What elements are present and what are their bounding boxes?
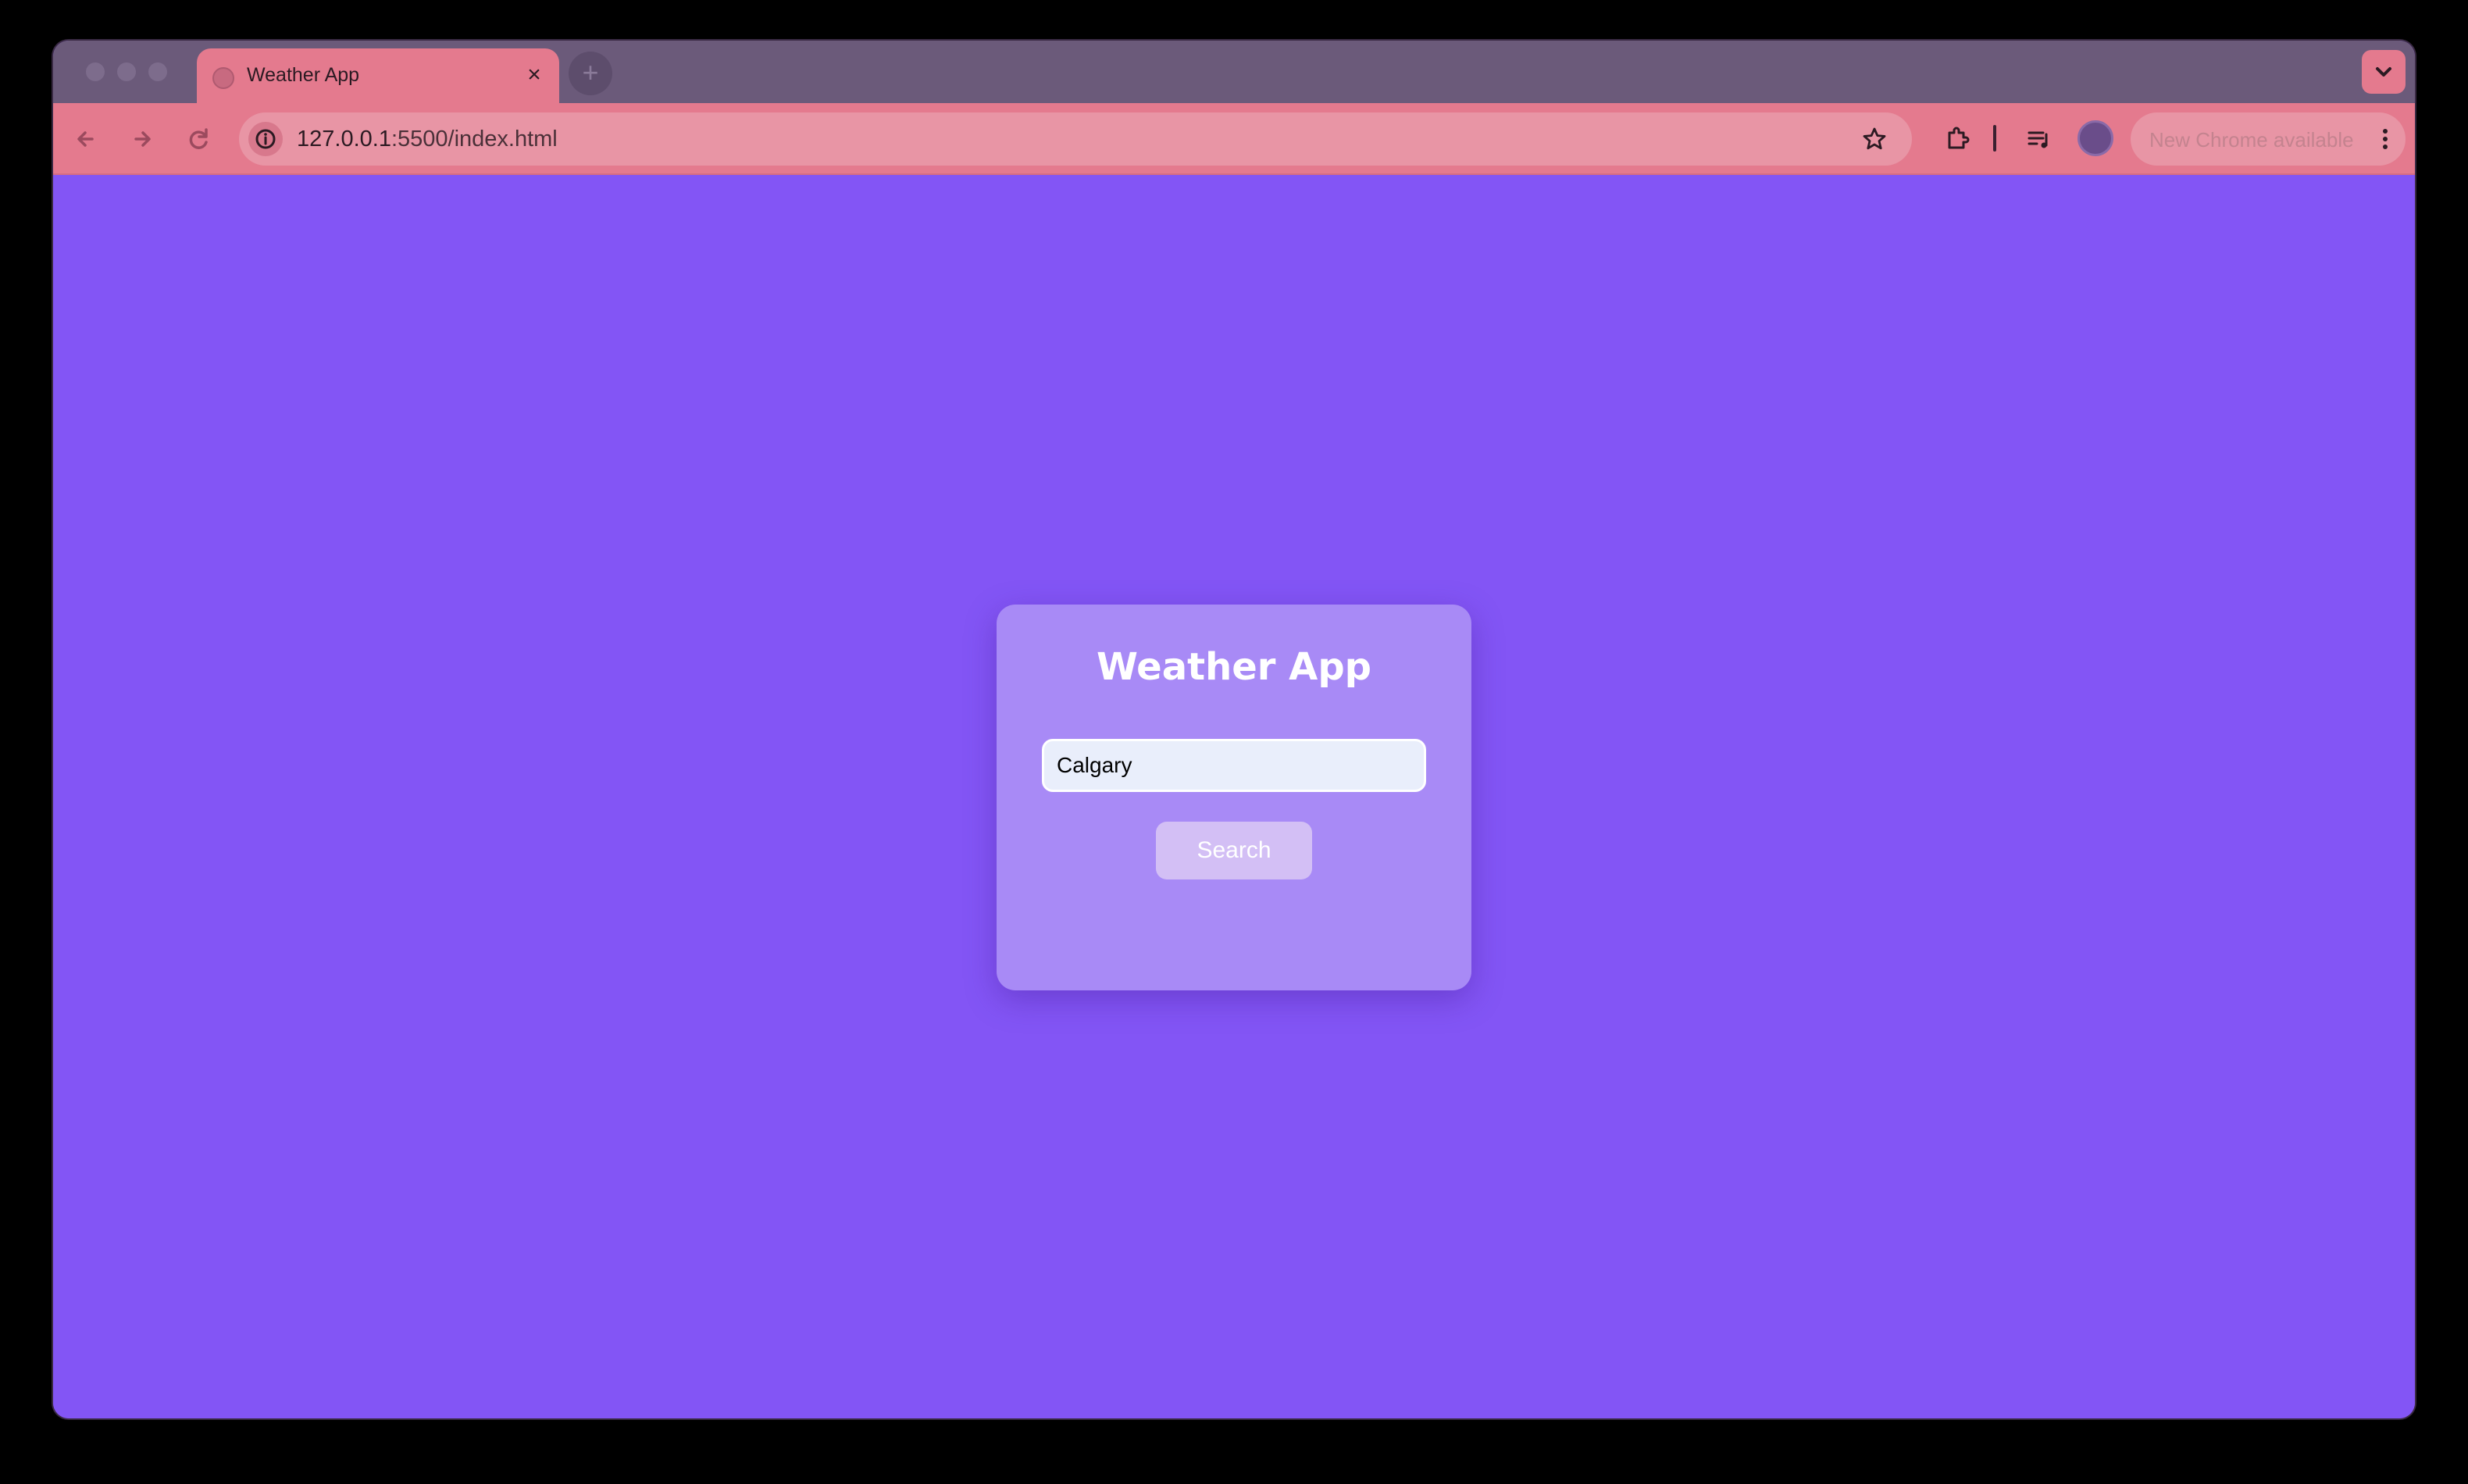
- app-title: Weather App: [1096, 645, 1372, 689]
- forward-button[interactable]: [123, 120, 161, 158]
- close-tab-icon[interactable]: ×: [519, 59, 550, 91]
- star-icon: [1863, 127, 1886, 150]
- back-button[interactable]: [67, 120, 105, 158]
- profile-avatar-icon[interactable]: [2077, 120, 2113, 156]
- new-chrome-available-button[interactable]: New Chrome available: [2131, 112, 2406, 166]
- globe-icon: [212, 67, 234, 89]
- chevron-down-icon: [2376, 67, 2391, 77]
- kebab-menu-icon[interactable]: [2377, 123, 2393, 155]
- new-tab-button[interactable]: +: [569, 52, 612, 95]
- minimize-window-button[interactable]: [117, 62, 136, 81]
- url-host: 127.0.0.1: [297, 127, 391, 152]
- reload-button[interactable]: [180, 120, 217, 158]
- update-chip-label: New Chrome available: [2149, 128, 2354, 152]
- zoom-window-button[interactable]: [148, 62, 167, 81]
- extensions-button[interactable]: [1938, 120, 1976, 158]
- browser-toolbar: 127.0.0.1:5500/index.html New Chrome ava…: [53, 103, 2415, 175]
- address-bar[interactable]: 127.0.0.1:5500/index.html: [239, 112, 1912, 166]
- city-input[interactable]: [1042, 739, 1426, 792]
- bookmark-button[interactable]: [1859, 123, 1890, 155]
- tab-weather-app[interactable]: Weather App ×: [197, 48, 559, 105]
- forward-arrow-icon: [134, 131, 151, 147]
- reload-icon: [189, 128, 208, 149]
- toolbar-divider: [1993, 125, 1996, 152]
- info-icon: [255, 129, 276, 149]
- weather-card: Weather App Search: [997, 605, 1471, 990]
- site-info-button[interactable]: [248, 122, 283, 156]
- url-path: :5500/index.html: [391, 127, 558, 152]
- search-button[interactable]: Search: [1156, 822, 1312, 879]
- page-viewport: Weather App Search: [53, 175, 2415, 1418]
- tab-strip: Weather App × +: [53, 41, 2415, 105]
- url-text: 127.0.0.1:5500/index.html: [297, 127, 558, 152]
- tab-search-button[interactable]: [2362, 50, 2406, 94]
- media-queue-icon: [2028, 131, 2048, 148]
- extensions-puzzle-icon: [1948, 127, 1970, 149]
- browser-window: Weather App × + 127.0.0.1:5500/index.htm…: [53, 41, 2415, 1418]
- close-window-button[interactable]: [86, 62, 105, 81]
- tab-title: Weather App: [247, 64, 360, 86]
- media-queue-button[interactable]: [2020, 120, 2057, 158]
- back-arrow-icon: [77, 131, 94, 147]
